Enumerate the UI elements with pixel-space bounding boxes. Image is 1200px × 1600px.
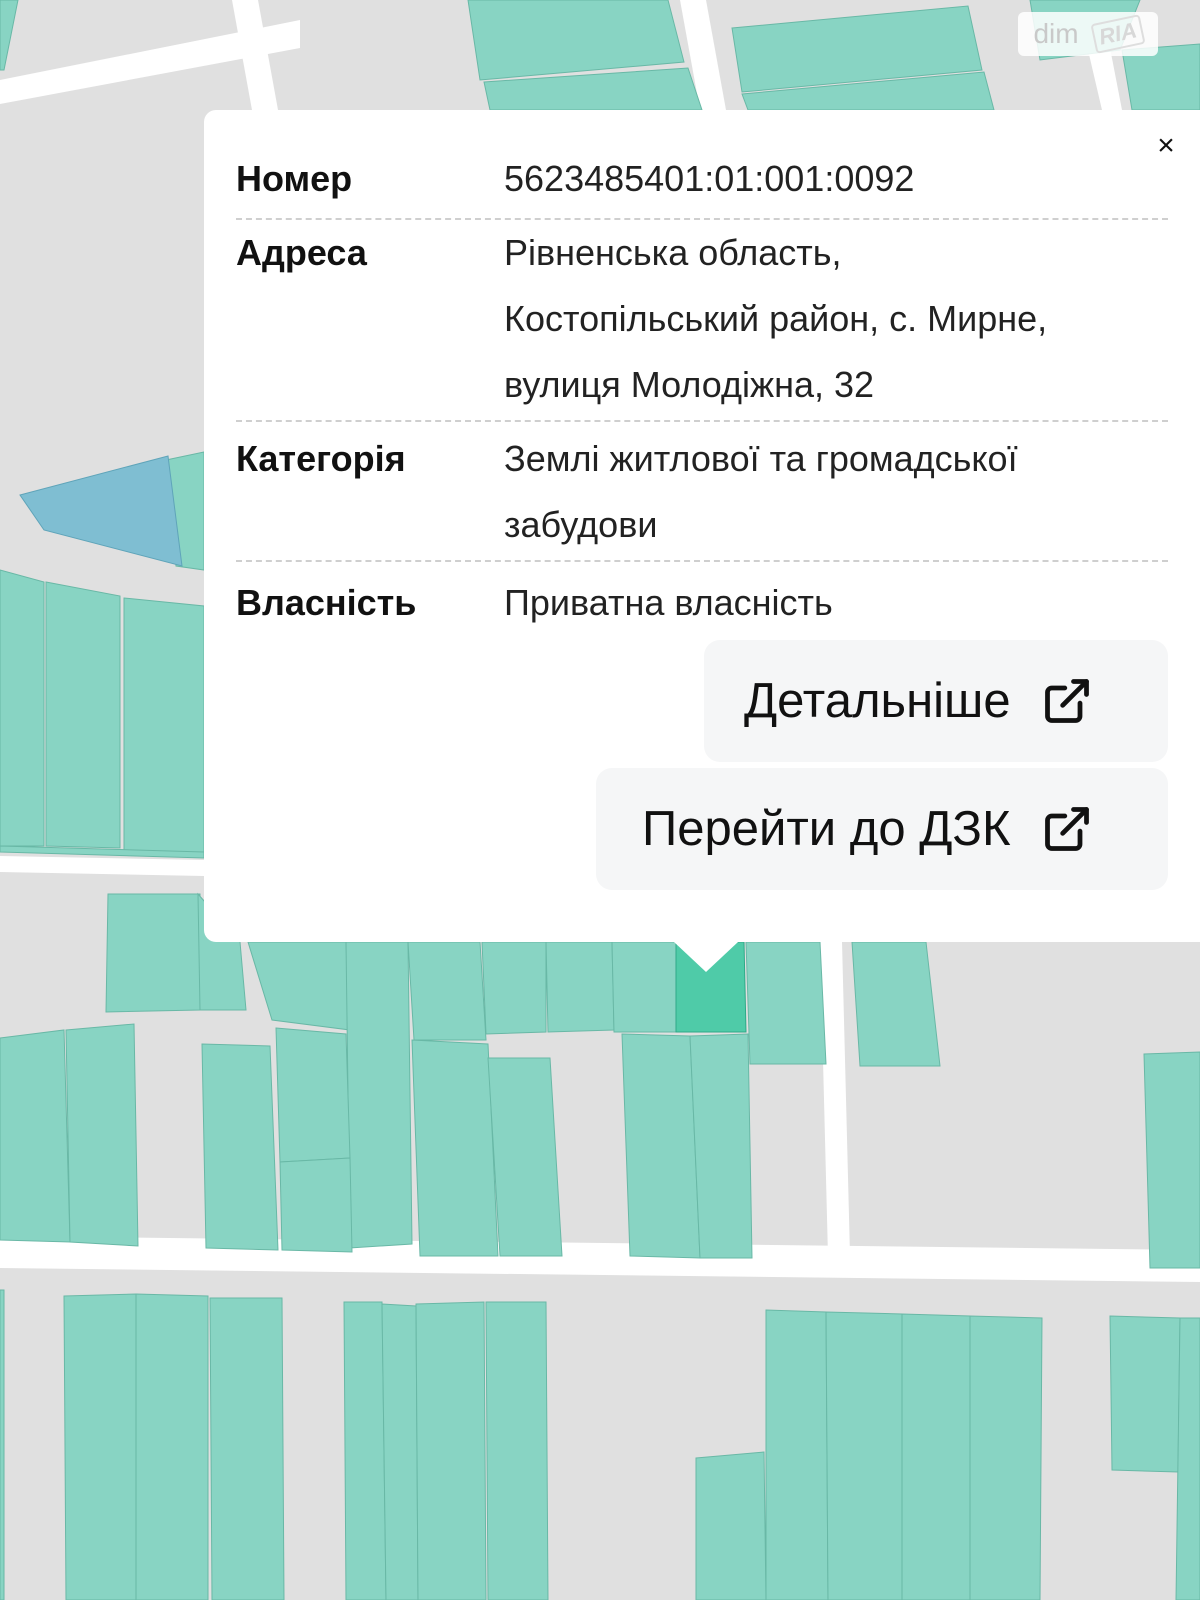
external-link-icon [1044,807,1089,851]
info-label: Категорія [236,438,406,479]
watermark-ria-logo: RIA [1090,14,1146,54]
info-value-line: вулиця Молодіжна, 32 [504,364,875,405]
info-value-line: Рівненська область, [504,232,842,273]
info-label: Власність [236,582,417,623]
info-value-line: 5623485401:01:001:0092 [504,158,915,199]
info-value-line: Приватна власність [504,582,833,623]
go-to-dzk-button-label: Перейти до ДЗК [642,802,1011,856]
info-value: Приватна власність [504,570,833,640]
info-value-line: забудови [504,504,658,545]
details-button[interactable]: Детальніше [704,640,1168,762]
info-label: Номер [236,158,353,199]
info-value: 5623485401:01:001:0092 [504,146,914,218]
info-row-number: Номер 5623485401:01:001:0092 [236,146,1168,220]
watermark: dim RIA [1018,12,1158,56]
info-label: Адреса [236,232,367,273]
info-row-address: Адреса Рівненська область, Костопільськи… [236,220,1168,422]
popup-pointer [674,942,738,972]
info-row-category: Категорія Землі житлової та громадської … [236,426,1168,562]
external-link-icon [1044,679,1089,723]
info-value-line: Костопільський район, с. Мирне, [504,298,1048,339]
info-value: Рівненська область, Костопільський район… [504,220,1047,420]
info-value: Землі житлової та громадської забудови [504,426,1018,560]
info-value-line: Землі житлової та громадської [504,438,1018,479]
details-button-label: Детальніше [744,674,1011,728]
info-row-ownership: Власність Приватна власність [236,570,1168,640]
go-to-dzk-button[interactable]: Перейти до ДЗК [596,768,1168,890]
parcel-info-popup: × Номер 5623485401:01:001:0092 Адреса Рі… [204,110,1200,942]
watermark-dim: dim [1033,18,1079,49]
